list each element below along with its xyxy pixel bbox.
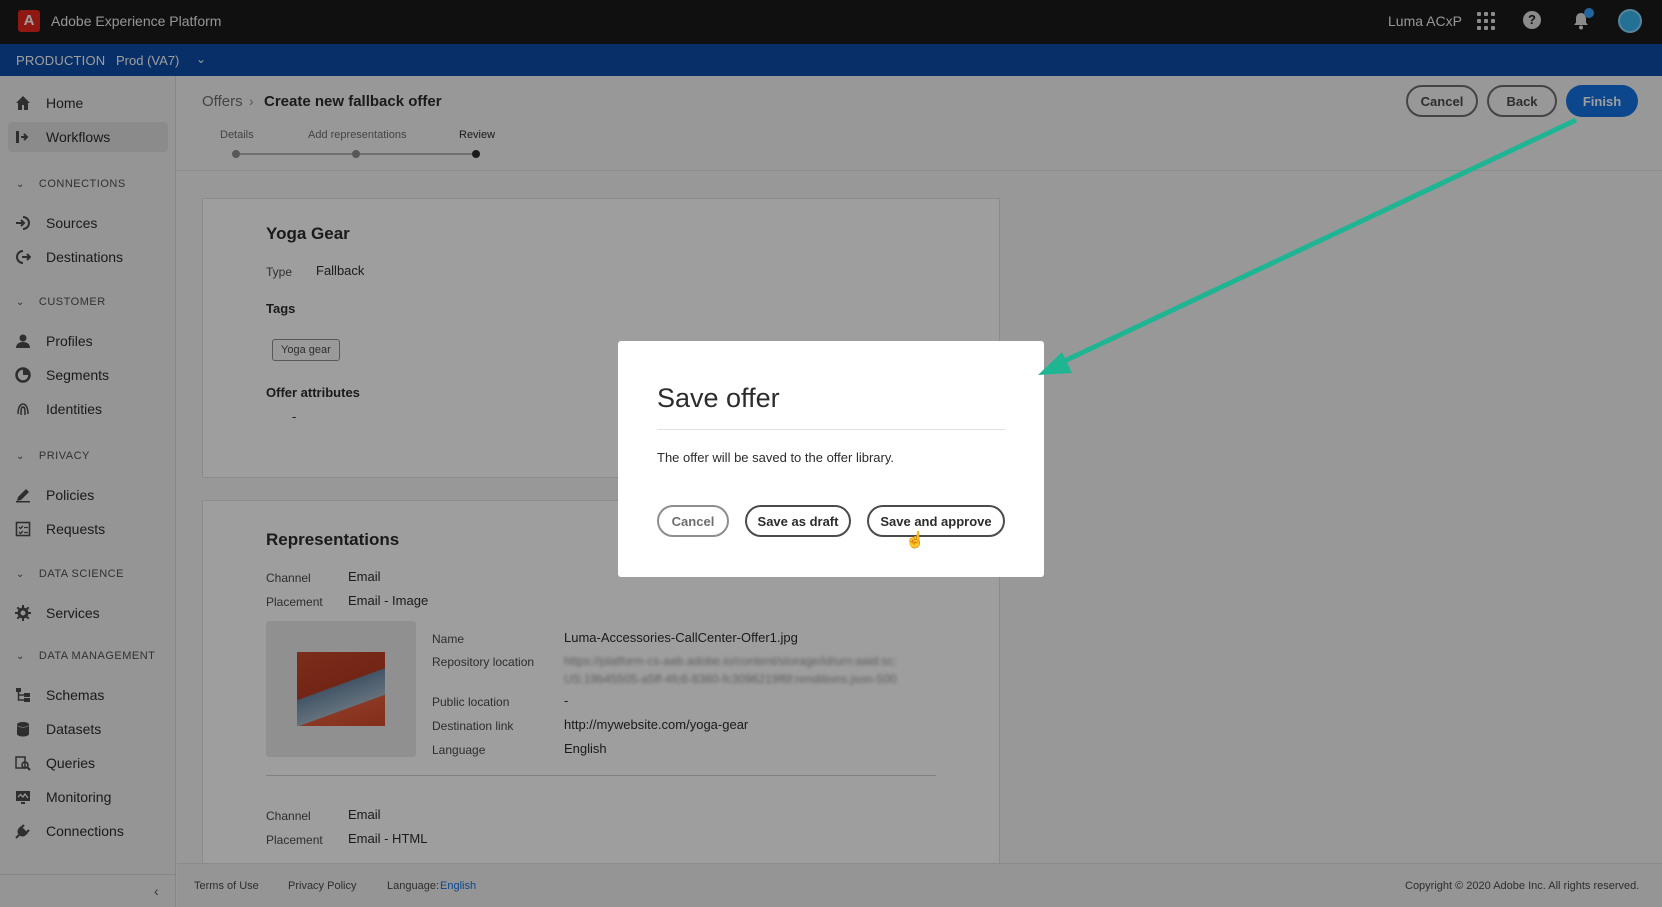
dialog-message: The offer will be saved to the offer lib… xyxy=(657,450,895,465)
dialog-cancel-button[interactable]: Cancel xyxy=(657,505,729,537)
save-and-approve-button[interactable]: Save and approve xyxy=(867,505,1005,537)
hand-pointer-cursor-icon: ☝ xyxy=(905,532,925,549)
save-offer-dialog: Save offer The offer will be saved to th… xyxy=(618,341,1044,577)
dialog-title: Save offer xyxy=(657,383,780,413)
save-as-draft-button[interactable]: Save as draft xyxy=(745,505,851,537)
dialog-divider xyxy=(657,429,1005,430)
